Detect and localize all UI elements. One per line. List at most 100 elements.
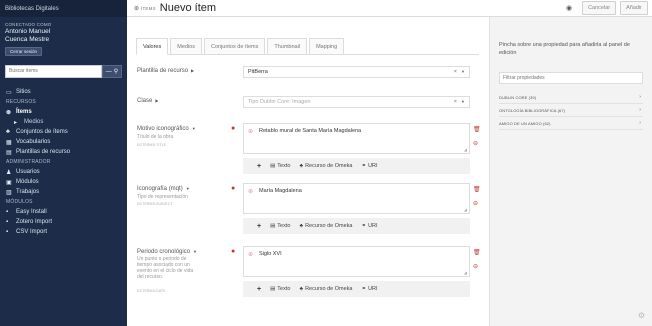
class-select[interactable]: Tipo Dublin Core: Imagen × ▼ [243, 96, 470, 108]
link-icon: ⚭ [361, 286, 367, 292]
sidebar-item-easy-install[interactable]: ▪ Easy Install [0, 207, 127, 217]
link-icon[interactable]: ⊖ [473, 263, 478, 270]
add-text-button[interactable]: ▤ Texto [270, 163, 290, 169]
add-text-button[interactable]: ▤ Texto [270, 286, 290, 292]
sidebar-item-label: Trabajos [16, 189, 40, 195]
sidebar-item-vocabularios[interactable]: ▦ Vocabularios [0, 137, 127, 147]
property-field: Motivo iconográfico ▼ Título de la obra D… [127, 120, 489, 180]
tab-thumbnail[interactable]: Thumbnail [267, 38, 308, 54]
sidebar-item-plantillas-de-recurso[interactable]: ▤ Plantillas de recurso [0, 147, 127, 157]
sidebar-item-items[interactable]: ⊛ Ítems [0, 107, 127, 117]
items-icon: ⊛ [134, 5, 140, 12]
chevron-right-icon: › [639, 107, 641, 113]
clear-icon[interactable]: × [454, 67, 457, 77]
search-button[interactable]: — ⚲ [102, 65, 122, 78]
settings-icon[interactable]: ⚙ [638, 311, 645, 320]
language-icon[interactable]: ⊕ [248, 128, 253, 135]
property-term: DCTERMS:TITLE [137, 143, 167, 147]
add-value-bar: + ▤ Texto ♣ Recurso de Omeka ⚭ URI [243, 218, 470, 234]
property-label: Periodo cronológico ▼ [137, 249, 198, 255]
class-placeholder: Tipo Dublin Core: Imagen [248, 99, 311, 105]
sidebar-heading-modulos: MÓDULOS [0, 197, 127, 207]
csv-icon: ▪ [6, 229, 9, 235]
add-uri-button[interactable]: ⚭ URI [361, 223, 377, 229]
trash-icon[interactable]: 🗑 [473, 126, 481, 133]
property-description: Título de la obra [137, 134, 174, 140]
sidebar-item-label: RECURSOS [6, 99, 36, 105]
filter-properties-input[interactable] [499, 72, 643, 84]
property-field: Iconografía (mqt) ▼ Tipo de representació… [127, 180, 489, 240]
plus-icon: + [257, 162, 262, 170]
resource-icon: ♣ [299, 223, 304, 229]
property-label: Motivo iconográfico ▼ [137, 126, 196, 132]
caret-down-icon: ▼ [191, 126, 196, 131]
plus-icon: + [257, 285, 262, 293]
tab-values[interactable]: Valores [136, 38, 169, 55]
sidebar-item-zotero-import[interactable]: ▪ Zotero Import [0, 217, 127, 227]
sidebar-item-modulos[interactable]: ▣ Módulos [0, 177, 127, 187]
logout-button[interactable]: Cerrar sesión [5, 47, 43, 56]
property-description: Un punto o periodo de tiempo asociado co… [137, 256, 194, 280]
resize-grip-icon[interactable]: ◢ [464, 270, 467, 275]
user-name[interactable]: Antonio Manuel Cuenca Mestre [5, 28, 122, 44]
language-icon[interactable]: ⊕ [248, 251, 253, 258]
sidebar-item-medios[interactable]: ▸ Medios [0, 117, 127, 127]
resize-grip-icon[interactable]: ◢ [464, 147, 467, 152]
sidebar-item-csv-import[interactable]: ▪ CSV Import [0, 227, 127, 237]
module-icon: ▣ [6, 179, 12, 186]
text-icon: ▤ [270, 223, 276, 229]
sidebar-item-label: ADMINISTRADOR [6, 159, 51, 165]
add-value-bar: + ▤ Texto ♣ Recurso de Omeka ⚭ URI [243, 158, 470, 174]
tab-mapping[interactable]: Mapping [309, 38, 345, 54]
sidebar-item-sitios[interactable]: ▭ Sitios [0, 87, 127, 97]
resize-grip-icon[interactable]: ◢ [464, 207, 467, 212]
property-field: Periodo cronológico ▼ Un punto o periodo … [127, 243, 489, 309]
vocabulary-item[interactable]: DUBLIN CORE (39) › [499, 91, 643, 104]
chevron-right-icon: › [639, 120, 641, 126]
tab-media[interactable]: Medios [170, 38, 202, 54]
property-description: Tipo de representación [137, 194, 188, 200]
sidebar-item-label: Módulos [16, 179, 39, 185]
add-uri-button[interactable]: ⚭ URI [361, 286, 377, 292]
sidebar-item-trabajos[interactable]: ▥ Trabajos [0, 187, 127, 197]
add-resource-button[interactable]: ♣ Recurso de Omeka [299, 163, 352, 169]
sidebar-nav: ▭ Sitios RECURSOS ⊛ Ítems ▸ Medios ♣ Conjuntos d… [0, 87, 127, 237]
sidebar-item-conjuntos-de-items[interactable]: ♣ Conjuntos de ítems [0, 127, 127, 137]
cancel-button[interactable]: Cancelar [582, 1, 617, 15]
add-uri-button[interactable]: ⚭ URI [361, 163, 377, 169]
tab-item-sets[interactable]: Conjuntos de ítems [203, 38, 266, 54]
property-help-text: Pincha sobre una propiedad para añadirla… [499, 42, 630, 56]
clear-icon[interactable]: × [454, 97, 457, 107]
page-title: Nuevo ítem [159, 2, 217, 14]
site-title[interactable]: Bibliotecas Digitales [0, 0, 127, 17]
template-value: PitBerra [248, 69, 268, 75]
add-text-button[interactable]: ▤ Texto [270, 223, 290, 229]
caret-down-icon: ▼ [185, 186, 190, 191]
required-icon: ● [231, 185, 236, 192]
caret-right-icon: ▶ [191, 68, 195, 73]
value-textarea[interactable]: ⊕ María Magdalena ◢ [243, 183, 470, 214]
vocabulary-item[interactable]: ONTOLOGÍA BIBLIOGRÁFICA (67) › [499, 104, 643, 117]
eye-icon[interactable]: ◉ [566, 4, 572, 12]
items-icon: ⊛ [6, 109, 12, 116]
add-button[interactable]: Añadir [620, 1, 648, 15]
property-selector-panel: Pincha sobre una propiedad para añadirla… [489, 17, 652, 326]
sidebar-item-label: CSV Import [16, 229, 48, 235]
value-textarea[interactable]: ⊕ Siglo XVI ◢ [243, 246, 470, 277]
language-icon[interactable]: ⊕ [248, 188, 253, 195]
value-textarea[interactable]: ⊕ Retablo mural de Santa María Magdalena… [243, 123, 470, 154]
trash-icon[interactable]: 🗑 [473, 186, 481, 193]
vocabulary-item[interactable]: AMIGO DE UN AMIGO (62) › [499, 117, 643, 130]
install-icon: ▪ [6, 209, 9, 215]
add-resource-button[interactable]: ♣ Recurso de Omeka [299, 223, 352, 229]
search-input[interactable] [5, 65, 102, 78]
add-resource-button[interactable]: ♣ Recurso de Omeka [299, 286, 352, 292]
sidebar-item-label: Ítems [16, 109, 32, 115]
link-icon[interactable]: ⊖ [473, 140, 478, 147]
template-row: Plantilla de recurso ▶ PitBerra × ▼ [127, 65, 489, 79]
media-icon: ▸ [14, 119, 18, 126]
trash-icon[interactable]: 🗑 [473, 249, 481, 256]
sidebar-item-usuarios[interactable]: ♟ Usuarios [0, 167, 127, 177]
link-icon[interactable]: ⊖ [473, 200, 478, 207]
template-select[interactable]: PitBerra × ▼ [243, 66, 470, 78]
